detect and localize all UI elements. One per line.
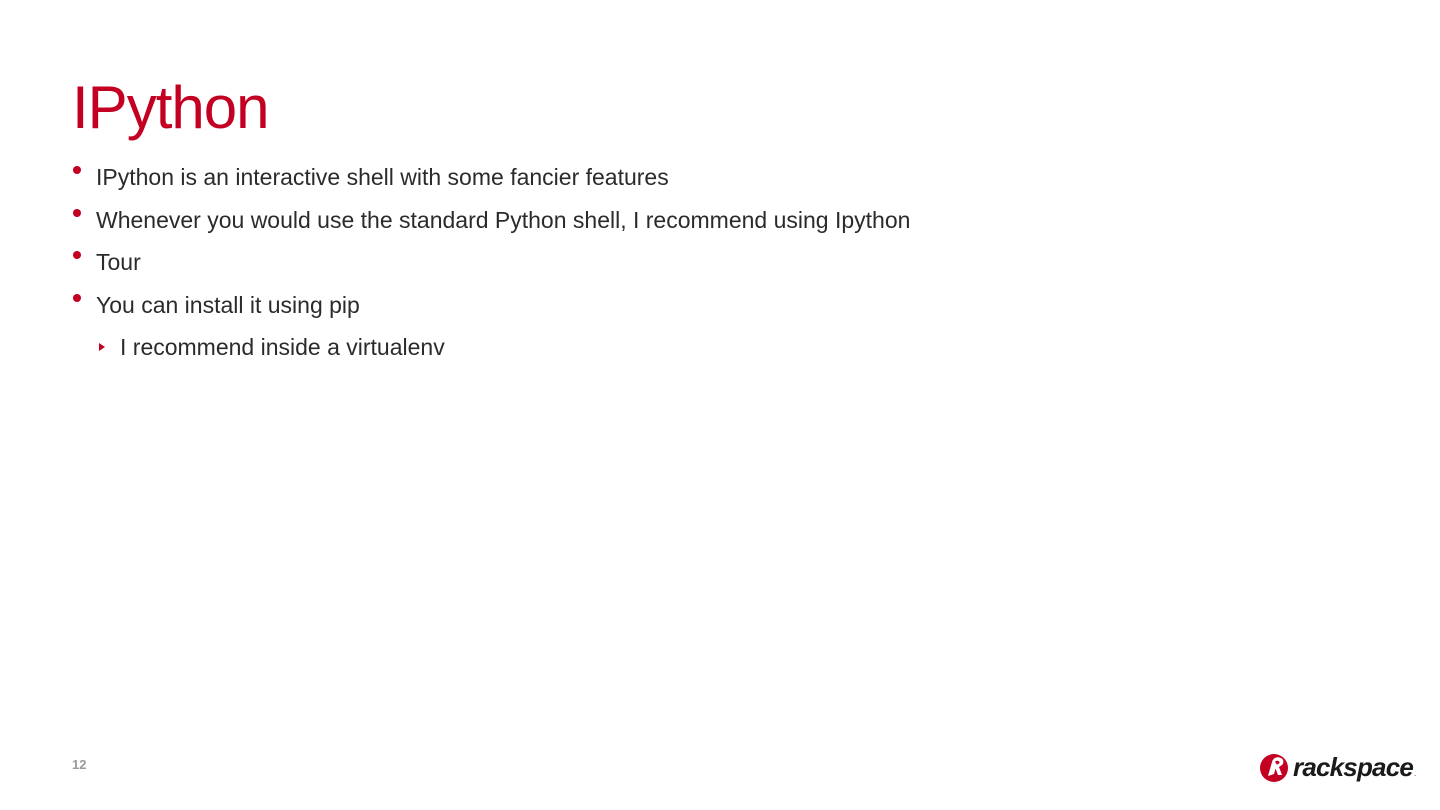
rackspace-logo: rackspace . [1259, 749, 1416, 785]
sub-bullet-item: I recommend inside a virtualenv [72, 328, 910, 371]
bullet-dot-icon [73, 251, 81, 259]
bullet-list: IPython is an interactive shell with som… [72, 158, 910, 371]
slide-title: IPython [72, 74, 269, 141]
bullet-text: You can install it using pip [96, 291, 360, 318]
bullet-text: Whenever you would use the standard Pyth… [96, 206, 911, 233]
bullet-dot-icon [73, 166, 81, 174]
bullet-dot-icon [73, 208, 81, 217]
rackspace-logo-icon [1260, 754, 1288, 782]
bullet-text: Tour [96, 249, 141, 275]
bullet-text: IPython is an interactive shell with som… [96, 164, 669, 190]
bullet-item: Tour [72, 243, 910, 286]
bullet-item: Whenever you would use the standard Pyth… [72, 201, 910, 244]
bullet-dot-icon [73, 293, 81, 302]
bullet-item: IPython is an interactive shell with som… [72, 158, 910, 201]
sub-bullet-text: I recommend inside a virtualenv [120, 334, 445, 360]
bullet-item: You can install it using pip [72, 286, 910, 329]
logo-text: rackspace [1293, 752, 1414, 782]
triangle-bullet-icon [99, 343, 105, 351]
page-number: 12 [72, 757, 87, 772]
logo-registered-mark: . [1414, 769, 1417, 778]
